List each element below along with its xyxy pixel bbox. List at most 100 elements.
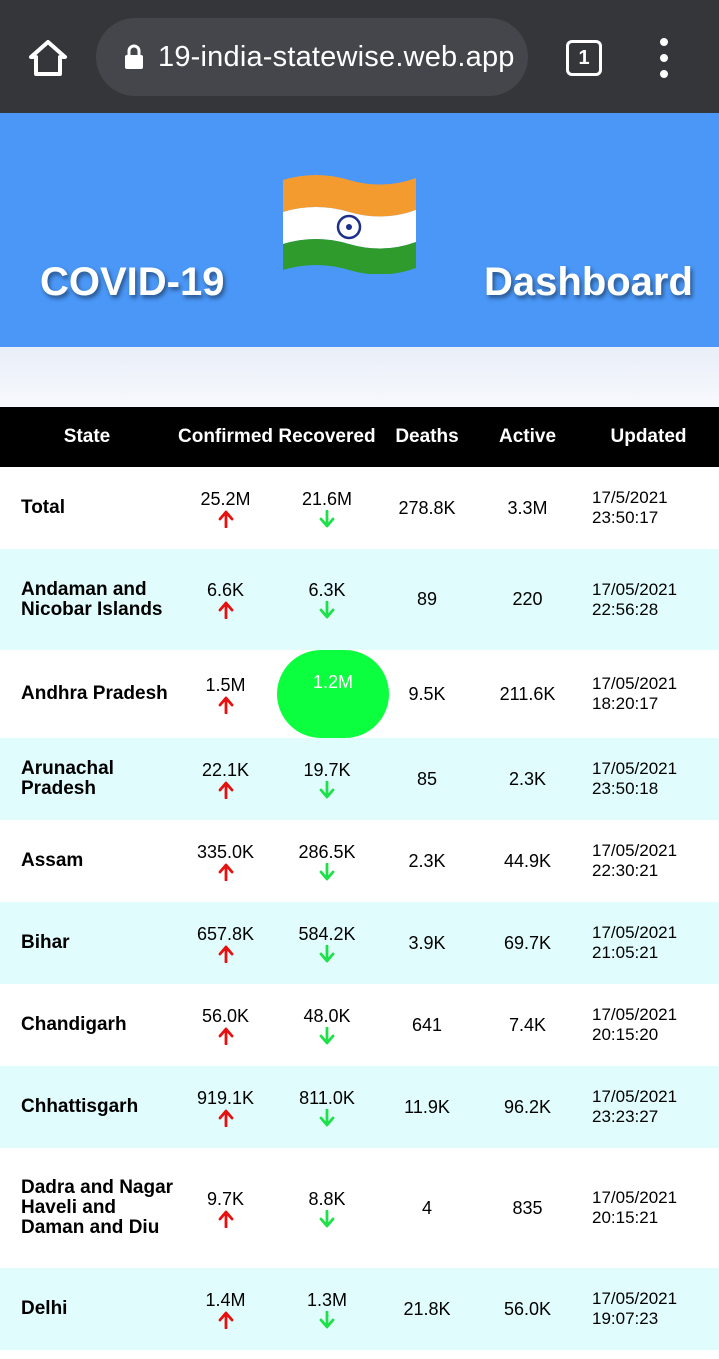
recovered-highlight-bubble[interactable]: 1.2M — [277, 650, 389, 738]
col-header-recovered[interactable]: Recovered — [277, 407, 377, 467]
lock-icon — [124, 44, 144, 70]
confirmed-cell: 22.1K — [174, 738, 277, 820]
recovered-cell: 286.5K — [277, 820, 377, 902]
confirmed-cell: 335.0K — [174, 820, 277, 902]
up-arrow-icon — [174, 945, 277, 963]
up-arrow-icon — [174, 696, 277, 714]
state-name: Andhra Pradesh — [21, 683, 168, 704]
up-arrow-icon — [174, 1027, 277, 1045]
updated-cell: 17/05/2021 19:07:23 — [578, 1268, 719, 1350]
recovered-value: 286.5K — [298, 841, 356, 862]
table-row[interactable]: Chhattisgarh 919.1K 811.0K 11.9K 96.2K 17/05/… — [0, 1066, 719, 1148]
deaths-value: 641 — [411, 1014, 443, 1035]
confirmed-value: 335.0K — [196, 841, 255, 862]
recovered-cell: 811.0K — [277, 1066, 377, 1148]
url-text: 19-india-statewise.web.app — [158, 40, 515, 73]
state-name: Total — [21, 497, 65, 518]
confirmed-value: 1.5M — [205, 674, 246, 695]
header-banner: COVID-19 Dashboard — [0, 113, 719, 347]
recovered-value: 8.8K — [308, 1188, 346, 1209]
updated-date: 17/05/2021 — [592, 1087, 678, 1106]
updated-time: 19:07:23 — [592, 1309, 659, 1328]
table-row[interactable]: Dadra and Nagar Haveli and Daman and Diu… — [0, 1148, 719, 1268]
down-arrow-icon — [277, 601, 377, 619]
active-value: 835 — [512, 1197, 543, 1218]
table-row[interactable]: Delhi 1.4M 1.3M 21.8K 56.0K 17/05/2021 19:07:2… — [0, 1268, 719, 1350]
recovered-cell: 8.8K — [277, 1148, 377, 1268]
updated-time: 22:56:28 — [592, 599, 659, 619]
state-name: Dadra and Nagar Haveli and Daman and Diu — [21, 1177, 174, 1238]
deaths-value: 85 — [416, 768, 438, 789]
col-header-active[interactable]: Active — [477, 407, 578, 467]
updated-cell: 17/05/2021 23:50:18 — [578, 738, 719, 820]
deaths-value: 89 — [416, 589, 438, 609]
state-name: Bihar — [21, 932, 70, 953]
col-header-deaths[interactable]: Deaths — [377, 407, 477, 467]
recovered-value: 48.0K — [303, 1005, 351, 1026]
col-header-state[interactable]: State — [0, 407, 174, 467]
down-arrow-icon — [277, 862, 377, 881]
col-header-confirmed[interactable]: Confirmed — [174, 407, 277, 467]
updated-date: 17/05/2021 — [592, 1188, 678, 1207]
confirmed-value: 657.8K — [196, 923, 255, 944]
down-arrow-icon — [277, 1026, 377, 1045]
overflow-menu-icon[interactable] — [650, 38, 678, 78]
up-arrow-icon — [174, 601, 277, 619]
recovered-value: 19.7K — [303, 759, 351, 780]
banner-title-left: COVID-19 — [40, 260, 225, 304]
updated-cell: 17/05/2021 18:20:17 — [578, 650, 719, 738]
up-arrow-icon — [174, 781, 277, 799]
banner-title-right: Dashboard — [484, 260, 693, 304]
confirmed-cell: 6.6K — [174, 549, 277, 650]
confirmed-value: 1.4M — [205, 1289, 246, 1310]
table-header-row: State Confirmed Recovered Deaths Active … — [0, 407, 719, 467]
table-row[interactable]: Total 25.2M 21.6M 278.8K 3.3M 17/5/2021 23:50:… — [0, 467, 719, 549]
updated-date: 17/05/2021 — [592, 923, 678, 942]
recovered-cell: 48.0K — [277, 984, 377, 1066]
updated-time: 23:23:27 — [592, 1107, 659, 1126]
recovered-value: 584.2K — [298, 923, 356, 944]
down-arrow-icon — [277, 944, 377, 963]
updated-cell: 17/05/2021 22:30:21 — [578, 820, 719, 902]
recovered-value: 811.0K — [299, 1087, 355, 1108]
table-row[interactable]: Andhra Pradesh 1.5M 1.2M 9.5K 211.6K 17/05/20… — [0, 650, 719, 738]
updated-time: 23:50:18 — [592, 779, 659, 798]
active-value: 96.2K — [503, 1096, 552, 1117]
confirmed-value: 9.7K — [206, 1188, 245, 1209]
down-arrow-icon — [277, 780, 377, 799]
recovered-value: 21.6M — [301, 488, 353, 509]
table-row[interactable]: Assam 335.0K 286.5K 2.3K 44.9K 17/05/2021 22:3… — [0, 820, 719, 902]
down-arrow-icon — [277, 509, 377, 528]
up-arrow-icon — [174, 1311, 277, 1329]
updated-cell: 17/05/2021 21:05:21 — [578, 902, 719, 984]
state-name: Chhattisgarh — [21, 1096, 139, 1117]
table-row[interactable]: Arunachal Pradesh 22.1K 19.7K 85 2.3K 17/05/2… — [0, 738, 719, 820]
active-value: 211.6K — [499, 683, 556, 704]
confirmed-value: 25.2M — [200, 488, 251, 509]
updated-cell: 17/05/2021 20:15:20 — [578, 984, 719, 1066]
deaths-value: 9.5K — [408, 683, 446, 704]
confirmed-cell: 25.2M — [174, 467, 277, 549]
confirmed-value: 22.1K — [201, 759, 250, 780]
up-arrow-icon — [174, 863, 277, 881]
col-header-updated[interactable]: Updated — [578, 407, 719, 467]
updated-date: 17/5/2021 — [592, 488, 668, 507]
home-icon[interactable] — [24, 36, 72, 80]
deaths-value: 4 — [421, 1197, 432, 1218]
table-row[interactable]: Bihar 657.8K 584.2K 3.9K 69.7K 17/05/2021 21:0… — [0, 902, 719, 984]
state-name: Assam — [21, 850, 84, 871]
tab-switcher-button[interactable]: 1 — [566, 40, 602, 76]
confirmed-cell: 657.8K — [174, 902, 277, 984]
updated-cell: 17/05/2021 22:56:28 — [578, 549, 719, 650]
table-row[interactable]: Andaman and Nicobar Islands 6.6K 6.3K 89 220… — [0, 549, 719, 650]
address-bar[interactable]: 19-india-statewise.web.app — [96, 18, 528, 96]
confirmed-value: 56.0K — [201, 1005, 250, 1026]
confirmed-cell: 919.1K — [174, 1066, 277, 1148]
updated-time: 23:50:17 — [592, 508, 659, 527]
deaths-value: 11.9K — [404, 1096, 450, 1117]
table-row[interactable]: Chandigarh 56.0K 48.0K 641 7.4K 17/05/2021 20:… — [0, 984, 719, 1066]
updated-date: 17/05/2021 — [592, 579, 678, 599]
india-flag-icon — [283, 175, 416, 274]
confirmed-value: 919.1K — [196, 1087, 255, 1108]
state-name: Arunachal Pradesh — [21, 758, 114, 799]
